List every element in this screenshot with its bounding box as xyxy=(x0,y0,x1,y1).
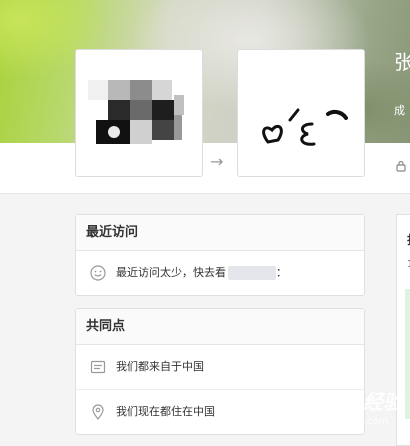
common-points-title: 共同点 xyxy=(76,309,364,345)
arrow-right-icon: → xyxy=(210,152,224,171)
recent-visits-panel: 最近访问 最近访问太少，快去看 ： xyxy=(75,214,365,296)
common-point-label: 我们都来自于中国 xyxy=(116,360,204,373)
my-avatar-card[interactable] xyxy=(75,49,203,177)
watermark: Baidu 经验 jingyan.baidu.com xyxy=(292,372,410,432)
lock-icon xyxy=(396,160,406,172)
profile-subtitle: 成 xyxy=(394,104,405,117)
recent-visits-row: 最近访问太少，快去看 ： xyxy=(76,251,364,295)
smiley-icon xyxy=(90,265,106,281)
recent-visits-suffix: ： xyxy=(276,266,287,279)
common-point-label: 我们现在都住在中国 xyxy=(116,405,215,418)
recent-visits-text: 最近访问太少，快去看 xyxy=(116,266,226,279)
recent-visits-title: 最近访问 xyxy=(76,215,364,251)
location-pin-icon xyxy=(92,404,104,420)
watermark-url: jingyan.baidu.com xyxy=(296,416,389,427)
my-avatar-image xyxy=(88,80,184,144)
friend-avatar-image xyxy=(262,108,348,146)
blurred-username[interactable] xyxy=(228,266,276,280)
id-card-icon xyxy=(90,360,106,374)
friend-avatar-card[interactable] xyxy=(237,49,365,177)
profile-name: 张 xyxy=(394,50,410,74)
watermark-brand: Baidu 经验 xyxy=(292,390,404,414)
